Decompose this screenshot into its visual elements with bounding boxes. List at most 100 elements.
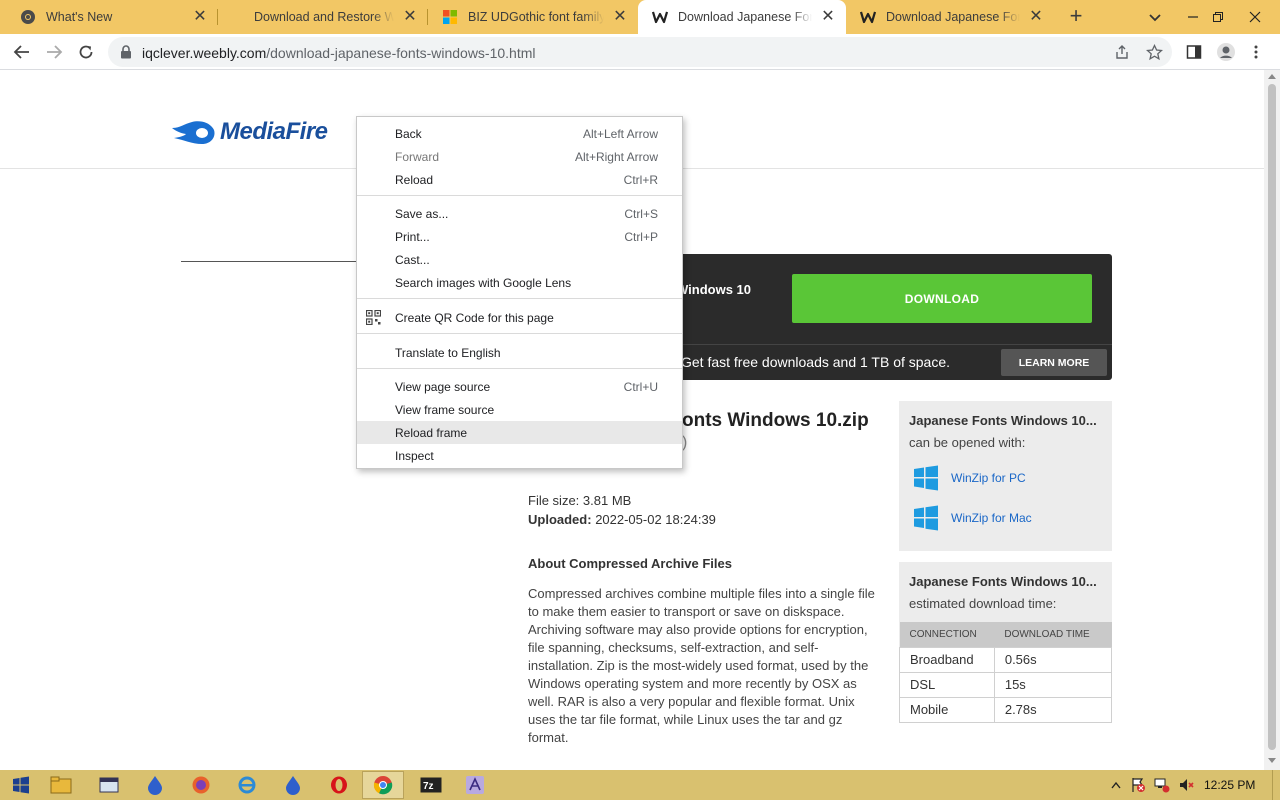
download-time-heading: Japanese Fonts Windows 10... (909, 574, 1097, 589)
tab-title: Download and Restore Windows (254, 10, 394, 24)
tab-biz-udgothic[interactable]: BIZ UDGothic font family - Google ✕ (428, 0, 638, 34)
url-text[interactable]: iqclever.weebly.com/download-japanese-fo… (142, 45, 536, 61)
table-header-row: CONNECTION DOWNLOAD TIME (899, 622, 1112, 647)
taskbar-clock[interactable]: 12:25 PM (1204, 778, 1255, 792)
side-panel-icon[interactable] (1184, 42, 1204, 62)
menu-item-shortcut: Alt+Right Arrow (574, 149, 658, 164)
forward-arrow-icon[interactable] (42, 40, 66, 64)
app-taskbar-2[interactable] (272, 771, 314, 799)
share-icon[interactable] (1112, 42, 1132, 62)
weebly-icon (652, 9, 668, 25)
opera-icon (331, 776, 347, 794)
winzip-mac-row: WinZip for Mac (913, 505, 1032, 531)
menu-item-reload[interactable]: Reload Ctrl+R (357, 168, 682, 191)
menu-separator (357, 368, 682, 369)
mediafire-flame-icon (172, 121, 215, 144)
lock-icon[interactable] (120, 45, 132, 64)
menu-item-cast[interactable]: Cast... (357, 248, 682, 271)
menu-item-save-as[interactable]: Save as... Ctrl+S (357, 202, 682, 225)
menu-item-print[interactable]: Print... Ctrl+P (357, 225, 682, 248)
connection-cell: Broadband (899, 646, 995, 673)
vertical-scrollbar[interactable] (1264, 70, 1280, 770)
menu-item-shortcut: Ctrl+S (624, 206, 658, 221)
blank-favicon (232, 9, 240, 25)
menu-item-translate[interactable]: Translate to English (357, 341, 682, 364)
start-button[interactable] (0, 771, 42, 799)
menu-item-back[interactable]: Back Alt+Left Arrow (357, 122, 682, 145)
mediafire-wordmark: MediaFire (220, 118, 328, 145)
close-tab-icon[interactable]: ✕ (612, 9, 628, 25)
volume-muted-icon[interactable] (1178, 777, 1194, 793)
windows-taskbar: 7z 12:25 PM (0, 770, 1280, 800)
bookmark-star-icon[interactable] (1144, 42, 1164, 62)
network-icon[interactable] (1154, 777, 1170, 793)
file-info: File size: 3.81 MB Uploaded: 2022-05-02 … (528, 491, 716, 529)
menu-item-label: Inspect (395, 448, 434, 463)
app-taskbar-1[interactable] (134, 771, 176, 799)
menu-item-google-lens[interactable]: Search images with Google Lens (357, 271, 682, 294)
menu-item-forward[interactable]: Forward Alt+Right Arrow (357, 145, 682, 168)
font-app-taskbar[interactable] (454, 771, 496, 799)
table-row: DSL 15s (899, 671, 1113, 698)
open-with-box: Japanese Fonts Windows 10... can be open… (899, 401, 1112, 551)
scroll-down-arrow-icon[interactable] (1268, 758, 1276, 763)
restore-icon[interactable] (1201, 0, 1235, 34)
new-tab-icon[interactable]: + (1064, 5, 1088, 29)
menu-item-view-frame-source[interactable]: View frame source (357, 398, 682, 421)
tab-japanese-fonts-2[interactable]: Download Japanese Fonts Windows ✕ (846, 0, 1054, 34)
tab-search-chevron-icon[interactable] (1146, 8, 1164, 26)
profile-avatar-icon[interactable] (1216, 42, 1236, 62)
winzip-pc-link[interactable]: WinZip for PC (951, 471, 1026, 485)
menu-item-inspect[interactable]: Inspect (357, 444, 682, 467)
url-path: /download-japanese-fonts-windows-10.html (266, 45, 536, 61)
learn-more-button[interactable]: LEARN MORE (1001, 349, 1107, 376)
menu-item-label: Back (395, 126, 422, 141)
address-bar[interactable]: iqclever.weebly.com/download-japanese-fo… (108, 37, 1172, 67)
close-tab-icon[interactable]: ✕ (192, 9, 208, 25)
scrollbar-thumb[interactable] (1268, 84, 1276, 750)
close-tab-icon[interactable]: ✕ (402, 9, 418, 25)
uploaded-value: 2022-05-02 18:24:39 (595, 512, 716, 527)
show-hidden-icons-icon[interactable] (1108, 777, 1124, 793)
file-size-row: File size: 3.81 MB (528, 491, 716, 510)
back-arrow-icon[interactable] (10, 40, 34, 64)
chrome-taskbar[interactable] (362, 771, 404, 799)
context-menu: Back Alt+Left Arrow Forward Alt+Right Ar… (356, 116, 683, 469)
time-cell: 15s (993, 671, 1113, 698)
menu-item-label: View page source (395, 379, 491, 394)
winzip-mac-link[interactable]: WinZip for Mac (951, 511, 1032, 525)
more-menu-icon[interactable] (1246, 42, 1266, 62)
menu-item-shortcut: Alt+Left Arrow (582, 126, 658, 141)
menu-item-label: Translate to English (395, 345, 501, 360)
tab-strip: What's New ✕ Download and Restore Window… (0, 0, 1280, 34)
file-explorer-taskbar[interactable] (40, 771, 82, 799)
show-desktop-button[interactable] (1272, 770, 1280, 800)
menu-item-shortcut: Ctrl+U (623, 379, 658, 394)
firefox-taskbar[interactable] (180, 771, 222, 799)
seven-zip-taskbar[interactable]: 7z (410, 771, 452, 799)
reload-icon[interactable] (74, 40, 98, 64)
mediafire-logo[interactable]: MediaFire (170, 118, 328, 146)
close-tab-icon[interactable]: ✕ (1028, 9, 1044, 25)
tab-title: Download Japanese Fonts Windows (886, 10, 1020, 24)
opera-taskbar[interactable] (318, 771, 360, 799)
menu-separator (357, 195, 682, 196)
action-center-flag-icon[interactable] (1130, 777, 1146, 793)
folder-icon (50, 776, 72, 794)
menu-item-view-page-source[interactable]: View page source Ctrl+U (357, 375, 682, 398)
download-button[interactable]: DOWNLOAD (792, 274, 1092, 323)
tab-whats-new[interactable]: What's New ✕ (6, 0, 218, 34)
tab-japanese-fonts-active[interactable]: Download Japanese Fonts Windows ✕ (638, 0, 846, 34)
menu-item-qr-code[interactable]: Create QR Code for this page (357, 306, 682, 329)
app-window-taskbar[interactable] (88, 771, 130, 799)
connection-cell: Mobile (899, 696, 995, 723)
close-window-icon[interactable] (1238, 0, 1272, 34)
internet-explorer-taskbar[interactable] (226, 771, 268, 799)
close-tab-icon[interactable]: ✕ (820, 9, 836, 25)
tab-download-restore[interactable]: Download and Restore Windows ✕ (218, 0, 428, 34)
menu-item-reload-frame[interactable]: Reload frame (357, 421, 682, 444)
scroll-up-arrow-icon[interactable] (1268, 74, 1276, 79)
blue-drop-app-icon (148, 776, 162, 795)
menu-item-label: Reload frame (395, 425, 468, 440)
menu-item-label: Reload (395, 172, 434, 187)
